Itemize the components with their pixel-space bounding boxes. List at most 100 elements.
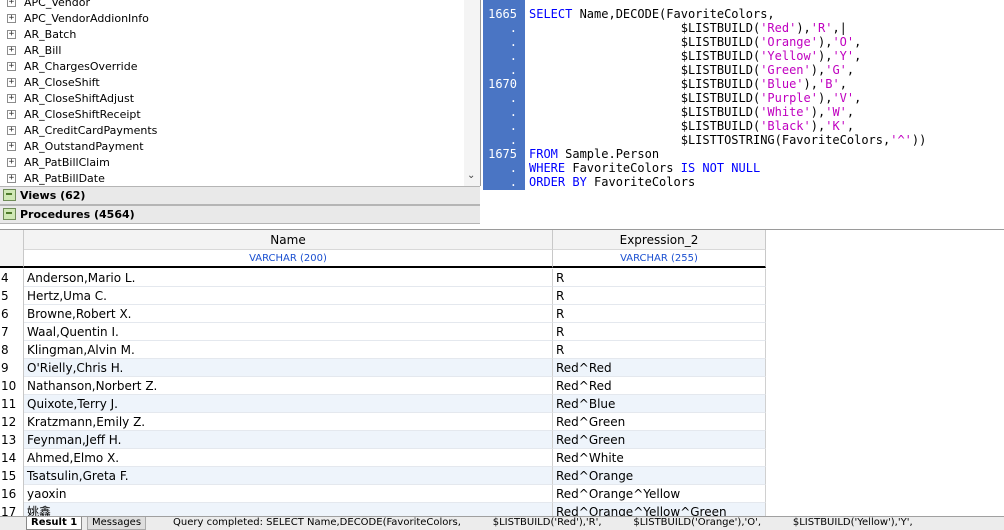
row-number[interactable]: 11 [0,395,24,413]
code-token: ), [817,91,833,105]
row-number[interactable]: 16 [0,485,24,503]
code-token: , [846,63,855,77]
row-number[interactable]: 14 [0,449,24,467]
tab-messages[interactable]: Messages [87,517,147,530]
tree-item-label: AR_Batch [24,28,77,41]
table-cell[interactable]: Ahmed,Elmo X. [24,449,553,467]
expand-icon[interactable]: + [7,142,16,151]
code-token: 'Y' [832,49,855,63]
row-number[interactable]: 7 [0,323,24,341]
code-token: $LISTBUILD( [529,35,761,49]
code-line: $LISTBUILD('Yellow'),'Y', [529,49,862,63]
column-header[interactable]: Name [24,230,553,250]
table-cell[interactable]: Red^White [553,449,766,467]
line-number: . [509,91,517,105]
status-text: Query completed: SELECT Name,DECODE(Favo… [173,517,913,528]
expand-icon[interactable]: + [7,174,16,183]
code-token: 'O' [832,35,855,49]
table-cell[interactable]: R [553,287,766,305]
code-token: ORDER BY [529,175,587,189]
table-cell[interactable]: Tsatsulin,Greta F. [24,467,553,485]
table-cell[interactable]: yaoxin [24,485,553,503]
expand-icon[interactable]: + [7,78,16,87]
code-token: IS NOT NULL [680,161,761,175]
code-token: SELECT [529,7,573,21]
procedures-section[interactable]: Procedures (4564) [0,205,480,224]
line-number: . [509,133,517,147]
table-cell[interactable]: O'Rielly,Chris H. [24,359,553,377]
table-cell[interactable]: R [553,305,766,323]
code-area[interactable]: SELECT Name,DECODE(FavoriteColors, $LIST… [529,0,1004,190]
table-cell[interactable]: Red^Orange^Yellow [553,485,766,503]
expand-icon[interactable]: + [7,14,16,23]
code-token: ), [817,35,833,49]
code-token: ), [810,119,826,133]
code-token: FavoriteColors [586,175,696,189]
row-number[interactable]: 13 [0,431,24,449]
expand-icon[interactable]: + [7,158,16,167]
code-line: $LISTBUILD('Orange'),'O', [529,35,862,49]
table-cell[interactable]: Red^Orange [553,467,766,485]
table-cell[interactable]: Red^Red [553,377,766,395]
row-number[interactable]: 6 [0,305,24,323]
results-grid: Name VARCHAR (200) Expression_2 VARCHAR (25… [0,229,1004,517]
table-cell[interactable]: Kratzmann,Emily Z. [24,413,553,431]
expand-icon[interactable]: + [7,46,16,55]
tree-item-label: AR_CloseShift [24,76,100,89]
table-cell[interactable]: Feynman,Jeff H. [24,431,553,449]
code-token: 'Yellow' [760,49,818,63]
tab-result-1[interactable]: Result 1 [26,517,83,530]
table-cell[interactable]: Red^Green [553,431,766,449]
table-cell[interactable]: Waal,Quentin I. [24,323,553,341]
code-line: $LISTBUILD('Purple'),'V', [529,91,862,105]
scroll-down-icon[interactable]: ⌄ [467,170,475,181]
table-cell[interactable]: Klingman,Alvin M. [24,341,553,359]
line-number: 1670 [488,77,517,91]
row-number[interactable]: 4 [0,269,24,287]
expand-icon[interactable]: + [7,94,16,103]
tree-item-label: AR_CloseShiftAdjust [24,92,135,105]
row-number[interactable]: 8 [0,341,24,359]
expand-icon[interactable]: + [7,110,16,119]
table-cell[interactable]: Nathanson,Norbert Z. [24,377,553,395]
row-number[interactable]: 15 [0,467,24,485]
table-cell[interactable]: Red^Green [553,413,766,431]
code-line: $LISTBUILD('Blue'),'B', [529,77,847,91]
column-header[interactable]: Expression_2 [553,230,766,250]
row-number[interactable]: 10 [0,377,24,395]
code-token: 'Black' [760,119,811,133]
tree-item-label: AR_PatBillClaim [24,156,110,169]
row-number[interactable]: 5 [0,287,24,305]
table-cell[interactable]: R [553,341,766,359]
expand-icon[interactable]: + [7,0,16,7]
row-number[interactable]: 12 [0,413,24,431]
table-cell[interactable]: 姚鑫 [24,503,553,517]
table-cell[interactable]: R [553,269,766,287]
code-token: , [846,105,855,119]
row-number[interactable]: 17 [0,503,24,517]
tree-scrollbar[interactable]: ⌄ [464,0,480,186]
column-type: VARCHAR (200) [24,250,553,268]
table-cell[interactable]: Red^Orange^Yellow^Green [553,503,766,517]
table-cell[interactable]: Hertz,Uma C. [24,287,553,305]
expand-icon[interactable]: + [7,30,16,39]
code-token: 'V' [832,91,855,105]
table-cell[interactable]: Red^Red [553,359,766,377]
grid-corner [0,230,24,268]
expand-icon[interactable]: + [7,62,16,71]
table-cell[interactable]: Red^Blue [553,395,766,413]
code-token: $LISTBUILD( [529,49,761,63]
table-cell[interactable]: R [553,323,766,341]
code-token: $LISTBUILD( [529,21,761,35]
table-cell[interactable]: Browne,Robert X. [24,305,553,323]
views-section[interactable]: Views (62) [0,186,480,205]
row-number[interactable]: 9 [0,359,24,377]
expand-icon[interactable]: + [7,126,16,135]
table-cell[interactable]: Quixote,Terry J. [24,395,553,413]
code-token: 'White' [760,105,811,119]
tree-item-label: AR_Bill [24,44,62,57]
code-line: ORDER BY FavoriteColors [529,175,695,189]
sql-editor[interactable]: 1665.... 1670.... 1675.. SELECT Name,DECOD… [483,0,1004,206]
code-token: 'Green' [760,63,811,77]
table-cell[interactable]: Anderson,Mario L. [24,269,553,287]
